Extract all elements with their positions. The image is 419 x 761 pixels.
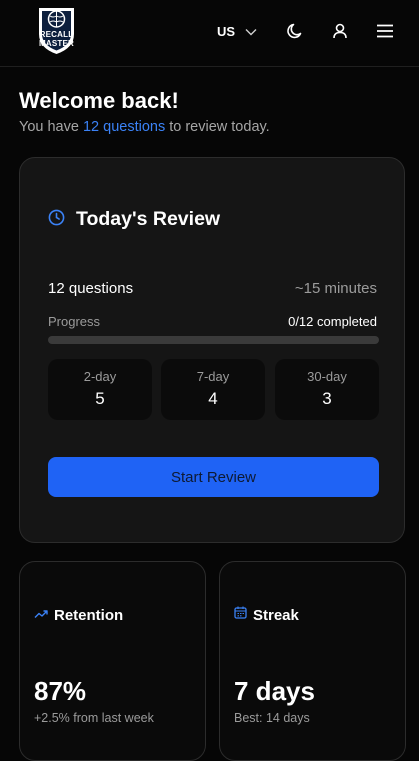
moon-icon[interactable] bbox=[285, 21, 305, 41]
interval-label: 30-day bbox=[307, 369, 347, 384]
estimated-duration: ~15 minutes bbox=[294, 280, 377, 297]
streak-card: Streak 7 days Best: 14 days bbox=[219, 561, 406, 761]
interval-box-7-day: 7-day 4 bbox=[161, 359, 265, 420]
interval-count: 5 bbox=[95, 389, 105, 408]
streak-header: Streak bbox=[234, 606, 299, 624]
welcome-title: Welcome back! bbox=[19, 88, 179, 113]
interval-count: 4 bbox=[208, 389, 218, 408]
language-selector[interactable]: US bbox=[217, 22, 257, 40]
calendar-icon bbox=[234, 606, 247, 624]
language-code: US bbox=[217, 23, 236, 39]
retention-change: +2.5% from last week bbox=[34, 711, 154, 725]
welcome-subtitle: You have 12 questions to review today. bbox=[19, 119, 270, 135]
logo-text-line2: MASTER bbox=[39, 39, 74, 48]
user-icon[interactable] bbox=[330, 21, 350, 41]
interval-label: 2-day bbox=[83, 369, 117, 384]
review-card-header: Today's Review bbox=[48, 208, 220, 231]
progress-bar bbox=[48, 336, 379, 344]
subtitle-suffix: to review today. bbox=[165, 119, 270, 135]
retention-value: 87% bbox=[34, 676, 87, 706]
interval-box-30-day: 30-day 3 bbox=[275, 359, 379, 420]
progress-label: Progress bbox=[48, 314, 101, 329]
todays-review-card: Today's Review 12 questions ~15 minutes … bbox=[19, 157, 405, 543]
streak-best: Best: 14 days bbox=[234, 711, 310, 725]
interval-count: 3 bbox=[322, 389, 332, 408]
interval-box-2-day: 2-day 5 bbox=[48, 359, 152, 420]
start-review-button[interactable]: Start Review bbox=[48, 457, 379, 497]
question-count: 12 questions bbox=[48, 280, 134, 297]
app-header: RECALL MASTER US bbox=[0, 0, 419, 67]
chevron-down-icon bbox=[245, 24, 257, 39]
trending-up-icon bbox=[34, 606, 48, 624]
progress-status: 0/12 completed bbox=[288, 314, 377, 329]
recall-master-logo[interactable]: RECALL MASTER bbox=[33, 4, 80, 56]
streak-title: Streak bbox=[253, 606, 299, 624]
review-card-title: Today's Review bbox=[76, 208, 221, 230]
interval-label: 7-day bbox=[196, 369, 230, 384]
streak-value: 7 days bbox=[234, 676, 315, 706]
subtitle-prefix: You have bbox=[19, 119, 83, 135]
retention-title: Retention bbox=[54, 606, 124, 624]
logo-text-line1: RECALL bbox=[39, 30, 74, 39]
retention-header: Retention bbox=[34, 606, 123, 624]
clock-icon bbox=[48, 209, 65, 231]
retention-card: Retention 87% +2.5% from last week bbox=[19, 561, 206, 761]
questions-count-link[interactable]: 12 questions bbox=[83, 119, 165, 135]
menu-icon[interactable] bbox=[375, 21, 395, 41]
